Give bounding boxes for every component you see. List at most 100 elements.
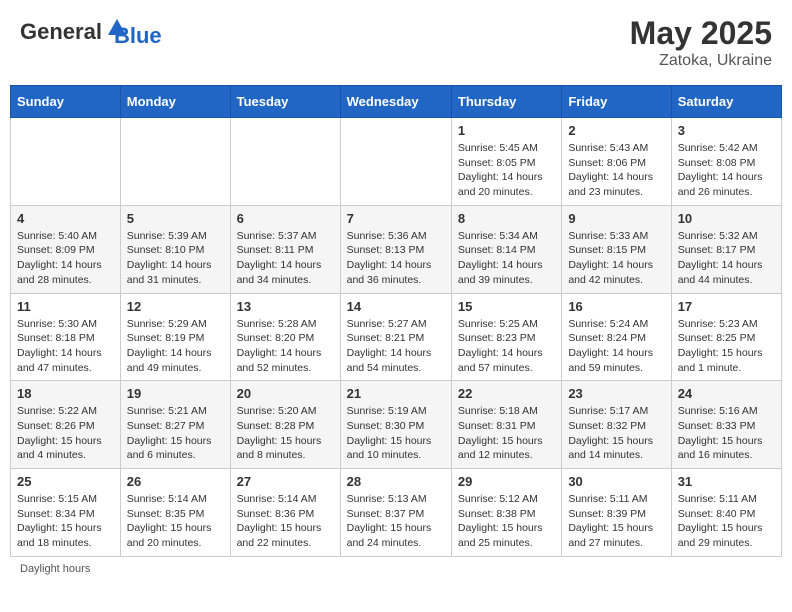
calendar-cell-w1-d3 bbox=[230, 118, 340, 206]
daylight-label: Daylight hours bbox=[20, 563, 90, 575]
calendar-cell-w3-d5: 15 Sunrise: 5:25 AMSunset: 8:23 PMDayligh… bbox=[451, 293, 561, 381]
day-number: 10 bbox=[678, 211, 775, 226]
calendar-cell-w5-d4: 28Sunrise: 5:13 AMSunset: 8:37 PMDayligh… bbox=[340, 469, 451, 557]
day-number: 5 bbox=[127, 211, 224, 226]
calendar-week-3: 11Sunrise: 5:30 AMSunset: 8:18 PMDayligh… bbox=[11, 293, 782, 381]
day-info: Sunrise: 5:32 AMSunset: 8:17 PMDaylight:… bbox=[678, 229, 775, 288]
day-info: Sunrise: 5:40 AMSunset: 8:09 PMDaylight:… bbox=[17, 229, 114, 288]
calendar-cell-w3-d7: 17 Sunrise: 5:23 AMSunset: 8:25 PMDayligh… bbox=[671, 293, 781, 381]
day-info: Sunrise: 5:19 AMSunset: 8:30 PMDaylight:… bbox=[347, 404, 445, 463]
header-saturday: Saturday bbox=[671, 86, 781, 118]
day-info: Sunrise: 5:14 AMSunset: 8:36 PMDaylight:… bbox=[237, 492, 334, 551]
calendar-cell-w2-d3: 6Sunrise: 5:37 AMSunset: 8:11 PMDaylight… bbox=[230, 205, 340, 293]
calendar-cell-w3-d1: 11Sunrise: 5:30 AMSunset: 8:18 PMDayligh… bbox=[11, 293, 121, 381]
day-number: 26 bbox=[127, 474, 224, 489]
day-number: 7 bbox=[347, 211, 445, 226]
calendar-cell-w4-d4: 21 Sunrise: 5:19 AMSunset: 8:30 PMDayligh… bbox=[340, 381, 451, 469]
calendar-cell-w3-d6: 16 Sunrise: 5:24 AMSunset: 8:24 PMDayligh… bbox=[562, 293, 671, 381]
calendar-cell-w4-d3: 20Sunrise: 5:20 AMSunset: 8:28 PMDayligh… bbox=[230, 381, 340, 469]
day-number: 25 bbox=[17, 474, 114, 489]
calendar-cell-w2-d4: 7 Sunrise: 5:36 AMSunset: 8:13 PMDaylight… bbox=[340, 205, 451, 293]
day-info: Sunrise: 5:15 AMSunset: 8:34 PMDaylight:… bbox=[17, 492, 114, 551]
day-number: 31 bbox=[678, 474, 775, 489]
header-tuesday: Tuesday bbox=[230, 86, 340, 118]
day-number: 29 bbox=[458, 474, 555, 489]
day-info: Sunrise: 5:27 AMSunset: 8:21 PMDaylight:… bbox=[347, 317, 445, 376]
day-number: 8 bbox=[458, 211, 555, 226]
calendar-cell-w2-d2: 5 Sunrise: 5:39 AMSunset: 8:10 PMDaylight… bbox=[120, 205, 230, 293]
day-info: Sunrise: 5:24 AMSunset: 8:24 PMDaylight:… bbox=[568, 317, 664, 376]
day-info: Sunrise: 5:22 AMSunset: 8:26 PMDaylight:… bbox=[17, 404, 114, 463]
calendar-cell-w5-d2: 26 Sunrise: 5:14 AMSunset: 8:35 PMDayligh… bbox=[120, 469, 230, 557]
calendar-cell-w1-d2 bbox=[120, 118, 230, 206]
logo-blue-text: Blue bbox=[114, 23, 162, 49]
calendar-cell-w2-d1: 4 Sunrise: 5:40 AMSunset: 8:09 PMDaylight… bbox=[11, 205, 121, 293]
calendar-cell-w1-d5: 1Sunrise: 5:45 AMSunset: 8:05 PMDaylight… bbox=[451, 118, 561, 206]
calendar-cell-w4-d2: 19 Sunrise: 5:21 AMSunset: 8:27 PMDayligh… bbox=[120, 381, 230, 469]
day-info: Sunrise: 5:18 AMSunset: 8:31 PMDaylight:… bbox=[458, 404, 555, 463]
calendar-week-2: 4 Sunrise: 5:40 AMSunset: 8:09 PMDaylight… bbox=[11, 205, 782, 293]
day-info: Sunrise: 5:33 AMSunset: 8:15 PMDaylight:… bbox=[568, 229, 664, 288]
day-number: 14 bbox=[347, 299, 445, 314]
day-number: 27 bbox=[237, 474, 334, 489]
day-number: 17 bbox=[678, 299, 775, 314]
calendar-cell-w5-d7: 31 Sunrise: 5:11 AMSunset: 8:40 PMDayligh… bbox=[671, 469, 781, 557]
title-block: May 2025 Zatoka, Ukraine bbox=[630, 15, 772, 70]
calendar-cell-w4-d1: 18 Sunrise: 5:22 AMSunset: 8:26 PMDayligh… bbox=[11, 381, 121, 469]
day-number: 4 bbox=[17, 211, 114, 226]
day-info: Sunrise: 5:34 AMSunset: 8:14 PMDaylight:… bbox=[458, 229, 555, 288]
day-info: Sunrise: 5:45 AMSunset: 8:05 PMDaylight:… bbox=[458, 141, 555, 200]
day-info: Sunrise: 5:39 AMSunset: 8:10 PMDaylight:… bbox=[127, 229, 224, 288]
calendar-cell-w2-d7: 10 Sunrise: 5:32 AMSunset: 8:17 PMDayligh… bbox=[671, 205, 781, 293]
day-number: 22 bbox=[458, 386, 555, 401]
calendar-cell-w5-d5: 29 Sunrise: 5:12 AMSunset: 8:38 PMDayligh… bbox=[451, 469, 561, 557]
day-info: Sunrise: 5:16 AMSunset: 8:33 PMDaylight:… bbox=[678, 404, 775, 463]
day-number: 20 bbox=[237, 386, 334, 401]
day-number: 19 bbox=[127, 386, 224, 401]
footer-note: Daylight hours bbox=[10, 563, 782, 575]
day-number: 21 bbox=[347, 386, 445, 401]
calendar-week-4: 18 Sunrise: 5:22 AMSunset: 8:26 PMDayligh… bbox=[11, 381, 782, 469]
calendar-cell-w1-d4 bbox=[340, 118, 451, 206]
day-number: 16 bbox=[568, 299, 664, 314]
day-number: 18 bbox=[17, 386, 114, 401]
calendar-cell-w2-d5: 8 Sunrise: 5:34 AMSunset: 8:14 PMDaylight… bbox=[451, 205, 561, 293]
day-number: 15 bbox=[458, 299, 555, 314]
day-info: Sunrise: 5:17 AMSunset: 8:32 PMDaylight:… bbox=[568, 404, 664, 463]
day-info: Sunrise: 5:12 AMSunset: 8:38 PMDaylight:… bbox=[458, 492, 555, 551]
calendar-cell-w4-d5: 22 Sunrise: 5:18 AMSunset: 8:31 PMDayligh… bbox=[451, 381, 561, 469]
logo-text: General bbox=[20, 19, 102, 45]
day-number: 23 bbox=[568, 386, 664, 401]
calendar-cell-w3-d4: 14 Sunrise: 5:27 AMSunset: 8:21 PMDayligh… bbox=[340, 293, 451, 381]
day-info: Sunrise: 5:43 AMSunset: 8:06 PMDaylight:… bbox=[568, 141, 664, 200]
calendar-table: Sunday Monday Tuesday Wednesday Thursday… bbox=[10, 85, 782, 557]
calendar-cell-w3-d3: 13 Sunrise: 5:28 AMSunset: 8:20 PMDayligh… bbox=[230, 293, 340, 381]
calendar-week-1: 1Sunrise: 5:45 AMSunset: 8:05 PMDaylight… bbox=[11, 118, 782, 206]
day-info: Sunrise: 5:36 AMSunset: 8:13 PMDaylight:… bbox=[347, 229, 445, 288]
day-info: Sunrise: 5:28 AMSunset: 8:20 PMDaylight:… bbox=[237, 317, 334, 376]
calendar-header-row: Sunday Monday Tuesday Wednesday Thursday… bbox=[11, 86, 782, 118]
day-info: Sunrise: 5:21 AMSunset: 8:27 PMDaylight:… bbox=[127, 404, 224, 463]
header-monday: Monday bbox=[120, 86, 230, 118]
day-number: 24 bbox=[678, 386, 775, 401]
calendar-cell-w5-d1: 25 Sunrise: 5:15 AMSunset: 8:34 PMDayligh… bbox=[11, 469, 121, 557]
day-number: 6 bbox=[237, 211, 334, 226]
location-title: Zatoka, Ukraine bbox=[630, 52, 772, 70]
calendar-cell-w3-d2: 12Sunrise: 5:29 AMSunset: 8:19 PMDayligh… bbox=[120, 293, 230, 381]
calendar-cell-w4-d7: 24 Sunrise: 5:16 AMSunset: 8:33 PMDayligh… bbox=[671, 381, 781, 469]
calendar-cell-w5-d3: 27 Sunrise: 5:14 AMSunset: 8:36 PMDayligh… bbox=[230, 469, 340, 557]
day-info: Sunrise: 5:25 AMSunset: 8:23 PMDaylight:… bbox=[458, 317, 555, 376]
calendar-cell-w4-d6: 23 Sunrise: 5:17 AMSunset: 8:32 PMDayligh… bbox=[562, 381, 671, 469]
day-number: 3 bbox=[678, 123, 775, 138]
header-thursday: Thursday bbox=[451, 86, 561, 118]
day-info: Sunrise: 5:11 AMSunset: 8:40 PMDaylight:… bbox=[678, 492, 775, 551]
logo: General Blue bbox=[20, 15, 162, 49]
day-info: Sunrise: 5:14 AMSunset: 8:35 PMDaylight:… bbox=[127, 492, 224, 551]
day-number: 9 bbox=[568, 211, 664, 226]
header-wednesday: Wednesday bbox=[340, 86, 451, 118]
day-number: 11 bbox=[17, 299, 114, 314]
day-info: Sunrise: 5:23 AMSunset: 8:25 PMDaylight:… bbox=[678, 317, 775, 376]
day-number: 30 bbox=[568, 474, 664, 489]
day-number: 28 bbox=[347, 474, 445, 489]
day-number: 13 bbox=[237, 299, 334, 314]
